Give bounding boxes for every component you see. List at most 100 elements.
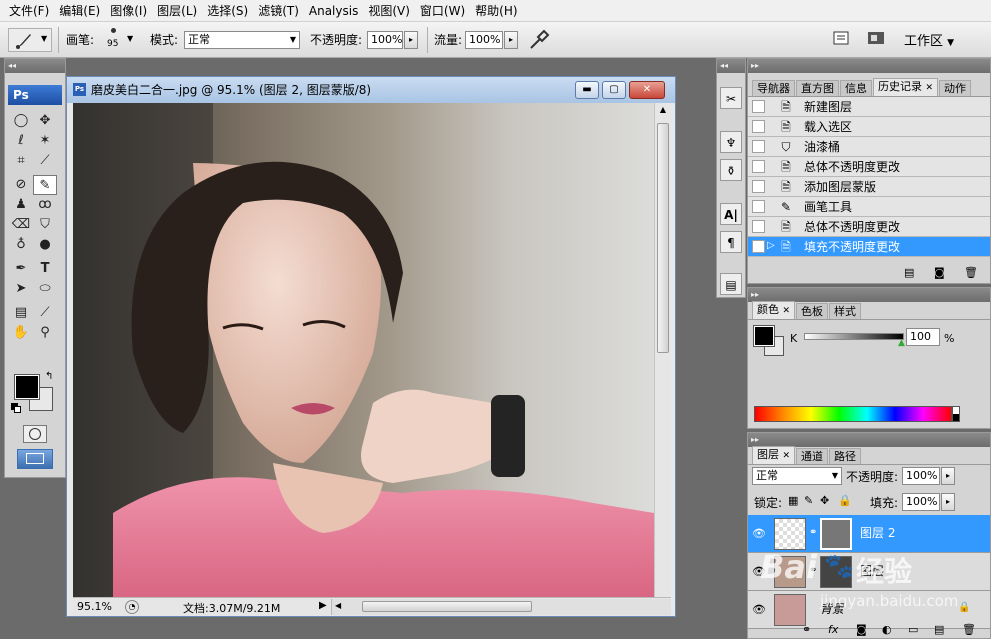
tab-channels[interactable]: 通道 [796, 448, 829, 464]
history-panel-header[interactable]: ▸▸ [748, 59, 990, 73]
k-channel-slider[interactable] [804, 333, 904, 340]
type-tool-icon[interactable]: T [33, 259, 57, 279]
layer-name[interactable]: 图层 2 [860, 525, 895, 541]
history-item[interactable]: 🗎 添加图层蒙版 [748, 177, 990, 197]
snapshot-checkbox[interactable] [752, 120, 765, 133]
brushes-icon[interactable]: ♆ [720, 131, 742, 153]
swap-colors-icon[interactable]: ↰ [45, 371, 53, 382]
tab-swatches[interactable]: 色板 [796, 303, 829, 319]
status-menu-icon[interactable]: ◔ [125, 600, 139, 614]
screen-mode-button[interactable] [17, 449, 53, 469]
paint-bucket-tool-icon[interactable]: ⛉ [33, 215, 57, 235]
lock-pixels-icon[interactable]: ✎ [804, 494, 813, 507]
move-tool-icon[interactable]: ✥ [33, 111, 57, 131]
healing-brush-tool-icon[interactable]: ⊘ [9, 175, 33, 195]
scroll-left-icon[interactable]: ◀ [335, 601, 341, 610]
canvas-photo[interactable]: Bai [73, 103, 654, 597]
tab-styles[interactable]: 样式 [829, 303, 862, 319]
marquee-tool-icon[interactable]: ◯ [9, 111, 33, 131]
menu-select[interactable]: 选择(S) [202, 0, 253, 22]
history-item[interactable]: ⛉ 油漆桶 [748, 137, 990, 157]
snapshot-checkbox[interactable] [752, 180, 765, 193]
tab-color[interactable]: 颜色 ✕ [752, 301, 796, 319]
lasso-tool-icon[interactable]: ℓ [9, 131, 33, 151]
tab-histogram[interactable]: 直方图 [796, 80, 839, 96]
eye-icon[interactable]: 👁 [752, 565, 766, 579]
brush-size-picker[interactable]: 95 ▼ [102, 26, 136, 54]
paragraph-icon[interactable]: ¶ [720, 231, 742, 253]
new-document-from-state-icon[interactable]: ▤ [904, 266, 914, 279]
slider-handle-icon[interactable]: ▲ [898, 338, 905, 348]
tab-navigator[interactable]: 导航器 [752, 80, 795, 96]
snapshot-checkbox[interactable] [752, 140, 765, 153]
flow-input[interactable]: 100% [465, 31, 503, 49]
snapshot-checkbox[interactable] [752, 220, 765, 233]
clone-stamp-tool-icon[interactable]: ♟ [9, 195, 33, 215]
tool-preset-picker[interactable]: ▼ [8, 28, 52, 52]
crop-tool-icon[interactable]: ⌗ [9, 151, 33, 171]
document-title-bar[interactable]: Ps 磨皮美白二合一.jpg @ 95.1% (图层 2, 图层蒙版/8) ▬ … [67, 77, 675, 103]
layer-name[interactable]: 背景 [820, 601, 844, 617]
horizontal-scroll-thumb[interactable] [362, 601, 532, 612]
scroll-up-icon[interactable]: ▲ [655, 103, 671, 117]
zoom-tool-icon[interactable]: ⚲ [33, 323, 57, 343]
dodge-tool-icon[interactable]: ● [33, 235, 57, 255]
delete-layer-icon[interactable]: 🗑 [962, 623, 976, 636]
history-item[interactable]: 🗎 总体不透明度更改 [748, 217, 990, 237]
link-icon[interactable]: ⚭ [809, 527, 817, 538]
layer-style-icon[interactable]: fx [828, 623, 838, 636]
opacity-input[interactable]: 100% [367, 31, 403, 49]
layer-mask-thumbnail[interactable] [820, 518, 852, 550]
blur-tool-icon[interactable]: ♁ [9, 235, 33, 255]
menu-edit[interactable]: 编辑(E) [54, 0, 105, 22]
mode-select[interactable]: 正常 ▼ [184, 31, 300, 49]
opacity-slider-button[interactable]: ▸ [404, 31, 418, 49]
history-item-selected[interactable]: ▷ 🗎 填充不透明度更改 [748, 237, 990, 257]
adjustment-layer-icon[interactable]: ◐ [882, 623, 892, 636]
eye-icon[interactable]: 👁 [752, 527, 766, 541]
blend-mode-select[interactable]: 正常 ▼ [752, 467, 842, 485]
vertical-scrollbar[interactable]: ▲ [654, 103, 671, 597]
new-layer-icon[interactable]: ▤ [934, 623, 944, 636]
history-item[interactable]: ✎ 画笔工具 [748, 197, 990, 217]
layer-row[interactable]: 👁 ⚭ 图层 [748, 553, 990, 591]
horizontal-scrollbar[interactable]: ◀ [331, 599, 671, 615]
maximize-button[interactable]: ▢ [602, 81, 626, 99]
fill-input[interactable]: 100% [902, 493, 940, 511]
layer-comps-icon[interactable]: ▤ [720, 273, 742, 295]
history-state-slider-icon[interactable]: ▷ [767, 240, 775, 251]
icon-strip-header[interactable]: ◂◂ [717, 59, 745, 73]
palette-well-button[interactable] [832, 29, 852, 49]
slice-tool-icon[interactable]: ⟋ [33, 151, 57, 171]
menu-file[interactable]: 文件(F) [4, 0, 54, 22]
quick-mask-button[interactable] [23, 425, 47, 443]
menu-filter[interactable]: 滤镜(T) [253, 0, 304, 22]
snapshot-checkbox[interactable] [752, 100, 765, 113]
tab-actions[interactable]: 动作 [939, 80, 972, 96]
foreground-color-swatch[interactable] [14, 374, 40, 400]
history-brush-tool-icon[interactable]: ꝏ [33, 195, 57, 215]
shape-tool-icon[interactable]: ⬭ [33, 279, 57, 299]
color-ramp-black-white[interactable] [952, 406, 960, 422]
eraser-tool-icon[interactable]: ⌫ [9, 215, 33, 235]
bridge-button[interactable] [866, 29, 888, 49]
lock-all-icon[interactable]: 🔒 [838, 494, 852, 507]
link-layers-icon[interactable]: ⚭ [802, 623, 811, 636]
add-mask-icon[interactable]: ◙ [856, 623, 867, 636]
toolbox-header[interactable]: ◂◂ [5, 59, 65, 73]
menu-help[interactable]: 帮助(H) [470, 0, 522, 22]
pen-tool-icon[interactable]: ✒ [9, 259, 33, 279]
zoom-level[interactable]: 95.1% [77, 600, 112, 613]
layer-row[interactable]: 👁 ⚭ 图层 2 [748, 515, 990, 553]
menu-view[interactable]: 视图(V) [363, 0, 415, 22]
minimize-button[interactable]: ▬ [575, 81, 599, 99]
tab-layers[interactable]: 图层 ✕ [752, 446, 796, 464]
new-group-icon[interactable]: ▭ [908, 623, 918, 636]
hand-tool-icon[interactable]: ✋ [9, 323, 33, 343]
snapshot-checkbox[interactable] [752, 240, 765, 253]
lock-position-icon[interactable]: ✥ [820, 494, 829, 507]
history-item[interactable]: 🗎 总体不透明度更改 [748, 157, 990, 177]
default-colors-icon[interactable] [11, 403, 21, 413]
lock-transparency-icon[interactable]: ▦ [788, 494, 798, 507]
character-icon[interactable]: A| [720, 203, 742, 225]
